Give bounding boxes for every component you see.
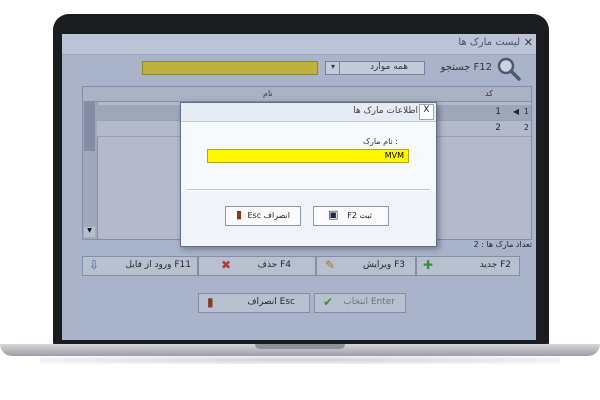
app-window: لیست مارک ها ✕ جستجو F12 همه موارد ▾ ▲ ▼…: [62, 34, 536, 340]
brand-info-dialog: اطلاعات مارک ها X نام مارک : MVM ▣ F2 ثب…: [180, 102, 437, 247]
dialog-close-icon[interactable]: X: [419, 104, 434, 120]
brand-name-input[interactable]: MVM: [207, 149, 409, 163]
dialog-cancel-button[interactable]: ▮ Esc انصراف: [225, 206, 301, 226]
dialog-save-label: F2 ثبت: [347, 211, 372, 220]
exit-door-icon: ▮: [236, 208, 243, 221]
laptop-base-notch: [255, 344, 345, 349]
dialog-cancel-label: Esc انصراف: [247, 211, 291, 220]
dialog-title: اطلاعات مارک ها: [353, 106, 418, 116]
laptop-shadow: [40, 356, 560, 364]
brand-name-value: MVM: [384, 151, 404, 160]
dialog-divider: [187, 189, 430, 190]
dialog-titlebar: اطلاعات مارک ها X: [181, 103, 436, 122]
dialog-save-button[interactable]: ▣ F2 ثبت: [313, 206, 389, 226]
brand-name-label: نام مارک :: [362, 137, 398, 146]
save-icon: ▣: [328, 208, 339, 221]
dialog-footer: ▣ F2 ثبت ▮ Esc انصراف: [181, 191, 436, 246]
